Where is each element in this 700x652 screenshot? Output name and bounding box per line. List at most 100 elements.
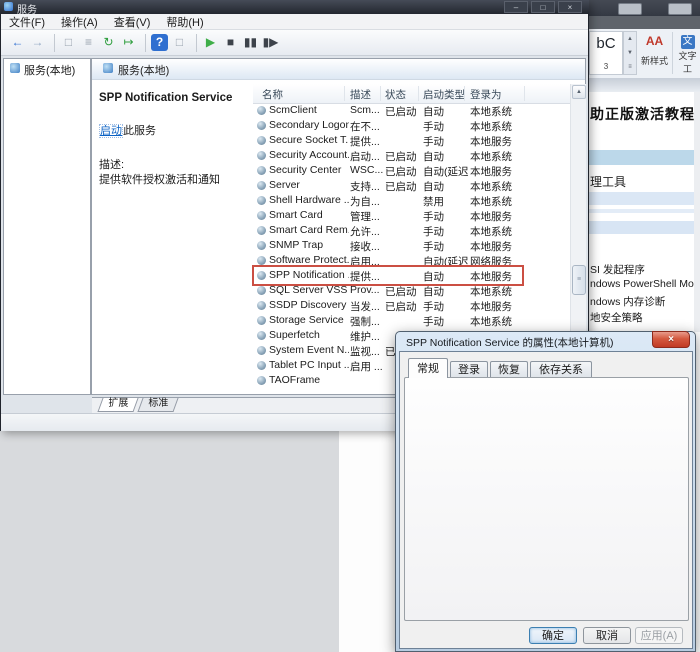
- dialog-tab-1[interactable]: 登录: [450, 361, 488, 377]
- screen: bC 3 ▲ ▼ ≡ AA 新样式 文 文字工 助正版激活教程 理工具 SI 发…: [0, 0, 700, 652]
- restart-service-icon[interactable]: ▮▶: [262, 34, 279, 51]
- dialog-title: SPP Notification Service 的属性(本地计算机): [406, 335, 646, 350]
- text-tool-button[interactable]: 文 文字工: [675, 31, 700, 75]
- toolbar-separator: [54, 34, 55, 52]
- column-header[interactable]: 启动类型: [423, 87, 465, 102]
- service-icon: [257, 376, 266, 385]
- column-separator[interactable]: [418, 86, 419, 101]
- view-tab-standard[interactable]: 标准: [137, 398, 178, 412]
- stop-service-icon[interactable]: ■: [222, 34, 239, 51]
- services-node-icon: [10, 63, 20, 73]
- document-band: [588, 209, 700, 213]
- service-row[interactable]: Smart Card 管理... 手动 本地服务: [253, 208, 570, 223]
- gallery-more-icon[interactable]: ≡: [628, 64, 632, 70]
- service-icon: [257, 316, 266, 325]
- forward-icon[interactable]: →: [29, 34, 46, 51]
- column-separator[interactable]: [380, 86, 381, 101]
- service-row[interactable]: Security Account... 启动... 已启动 自动 本地系统: [253, 148, 570, 163]
- maximize-button[interactable]: □: [531, 1, 555, 13]
- dialog-tab-2[interactable]: 恢复: [490, 361, 528, 377]
- service-row[interactable]: SSDP Discovery 当发... 已启动 手动 本地服务: [253, 298, 570, 313]
- console-tree-panel: [3, 58, 91, 395]
- properties-dialog: SPP Notification Service 的属性(本地计算机) × 常规…: [395, 331, 696, 652]
- refresh-icon[interactable]: ↻: [100, 34, 117, 51]
- dialog-ok-button[interactable]: 确定: [529, 627, 577, 644]
- document-list-item: ndows 内存诊断: [590, 294, 700, 309]
- toolbar: ←→□≡↻↦?□▶■▮▮▮▶: [1, 30, 588, 56]
- service-row[interactable]: Secure Socket T... 提供... 手动 本地服务: [253, 133, 570, 148]
- service-row[interactable]: Security Center WSC... 已启动 自动(延迟... 本地服务: [253, 163, 570, 178]
- word-quickaccess-icon[interactable]: [668, 3, 692, 15]
- start-service-line: 启动此服务: [99, 122, 156, 138]
- tree-item-services-local[interactable]: 服务(本地): [24, 62, 75, 78]
- word-quickaccess-icon[interactable]: [618, 3, 642, 15]
- document-heading: 助正版激活教程: [590, 104, 700, 124]
- column-separator[interactable]: [344, 86, 345, 101]
- column-header[interactable]: 描述: [350, 87, 371, 102]
- snapshot-icon[interactable]: □: [171, 34, 188, 51]
- service-icon: [257, 151, 266, 160]
- services-titlebar[interactable]: [0, 0, 589, 14]
- start-service-icon[interactable]: ▶: [202, 34, 219, 51]
- document-band: [588, 221, 700, 234]
- service-row[interactable]: SNMP Trap 接收... 手动 本地服务: [253, 238, 570, 253]
- service-icon: [257, 106, 266, 115]
- gallery-up-icon[interactable]: ▲: [627, 36, 633, 42]
- export-icon[interactable]: ↦: [120, 34, 137, 51]
- document-scrollbar[interactable]: [694, 92, 700, 332]
- start-service-suffix: 此服务: [123, 125, 156, 137]
- column-header[interactable]: 状态: [385, 87, 406, 102]
- document-list-item: ndows PowerShell Modu: [590, 278, 700, 290]
- document-table-header-band: [588, 150, 700, 165]
- new-style-label: 新样式: [641, 56, 668, 66]
- toolbar-separator: [145, 34, 146, 52]
- start-service-link[interactable]: 启动: [99, 124, 123, 138]
- close-button[interactable]: ×: [558, 1, 582, 13]
- service-icon: [257, 166, 266, 175]
- service-icon: [257, 181, 266, 190]
- dialog-close-button[interactable]: ×: [652, 331, 690, 348]
- column-header[interactable]: 登录为: [470, 87, 502, 102]
- service-row[interactable]: Secondary Logon 在不... 手动 本地系统: [253, 118, 570, 133]
- service-icon: [257, 301, 266, 310]
- desktop-area: [0, 431, 339, 652]
- view-tab-extended[interactable]: 扩展: [97, 398, 138, 412]
- selected-service-title: SPP Notification Service: [99, 92, 251, 104]
- column-header[interactable]: 名称: [262, 87, 283, 102]
- gallery-down-icon[interactable]: ▼: [627, 50, 633, 56]
- style-gallery-scroll[interactable]: ▲ ▼ ≡: [623, 31, 637, 75]
- service-row[interactable]: Shell Hardware ... 为自... 禁用 本地系统: [253, 193, 570, 208]
- service-row[interactable]: ScmClient Scm... 已启动 自动 本地系统: [253, 103, 570, 118]
- menu-help[interactable]: 帮助(H): [158, 14, 211, 30]
- column-separator[interactable]: [464, 86, 465, 101]
- menu-view[interactable]: 查看(V): [106, 14, 159, 30]
- export-list-icon[interactable]: ≡: [80, 34, 97, 51]
- description-label: 描述:: [99, 156, 124, 172]
- service-icon: [257, 196, 266, 205]
- style-preview-sub: 3: [604, 62, 608, 71]
- text-tool-icon: 文: [681, 35, 695, 49]
- dialog-tab-0[interactable]: 常规: [408, 358, 448, 378]
- help-icon[interactable]: ?: [151, 34, 168, 51]
- service-row[interactable]: Smart Card Rem... 允许... 手动 本地系统: [253, 223, 570, 238]
- dialog-apply-button[interactable]: 应用(A): [635, 627, 683, 644]
- scrollbar-thumb[interactable]: ≡: [572, 265, 586, 295]
- show-tree-icon[interactable]: □: [60, 34, 77, 51]
- scroll-up-icon[interactable]: ▲: [572, 85, 586, 99]
- minimize-button[interactable]: –: [504, 1, 528, 13]
- document-list-item: 地安全策略: [590, 310, 700, 325]
- new-style-button[interactable]: AA 新样式: [638, 31, 671, 75]
- menu-action[interactable]: 操作(A): [53, 14, 106, 30]
- service-row[interactable]: Storage Service 强制... 手动 本地系统: [253, 313, 570, 328]
- column-separator[interactable]: [524, 86, 525, 101]
- document-table-label: 理工具: [590, 173, 626, 190]
- style-gallery-item[interactable]: bC 3: [589, 31, 623, 75]
- menu-file[interactable]: 文件(F): [1, 14, 53, 30]
- back-icon[interactable]: ←: [9, 34, 26, 51]
- word-menu-strip: [585, 16, 700, 29]
- dialog-cancel-button[interactable]: 取消: [583, 627, 631, 644]
- service-row[interactable]: Server 支持... 已启动 自动 本地系统: [253, 178, 570, 193]
- pause-service-icon[interactable]: ▮▮: [242, 34, 259, 51]
- document-band: [588, 192, 700, 205]
- dialog-tab-3[interactable]: 依存关系: [530, 361, 592, 377]
